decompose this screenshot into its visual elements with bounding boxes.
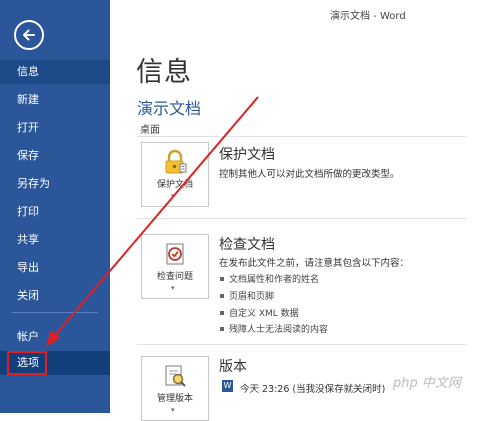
annotation-arrow: [46, 96, 259, 347]
